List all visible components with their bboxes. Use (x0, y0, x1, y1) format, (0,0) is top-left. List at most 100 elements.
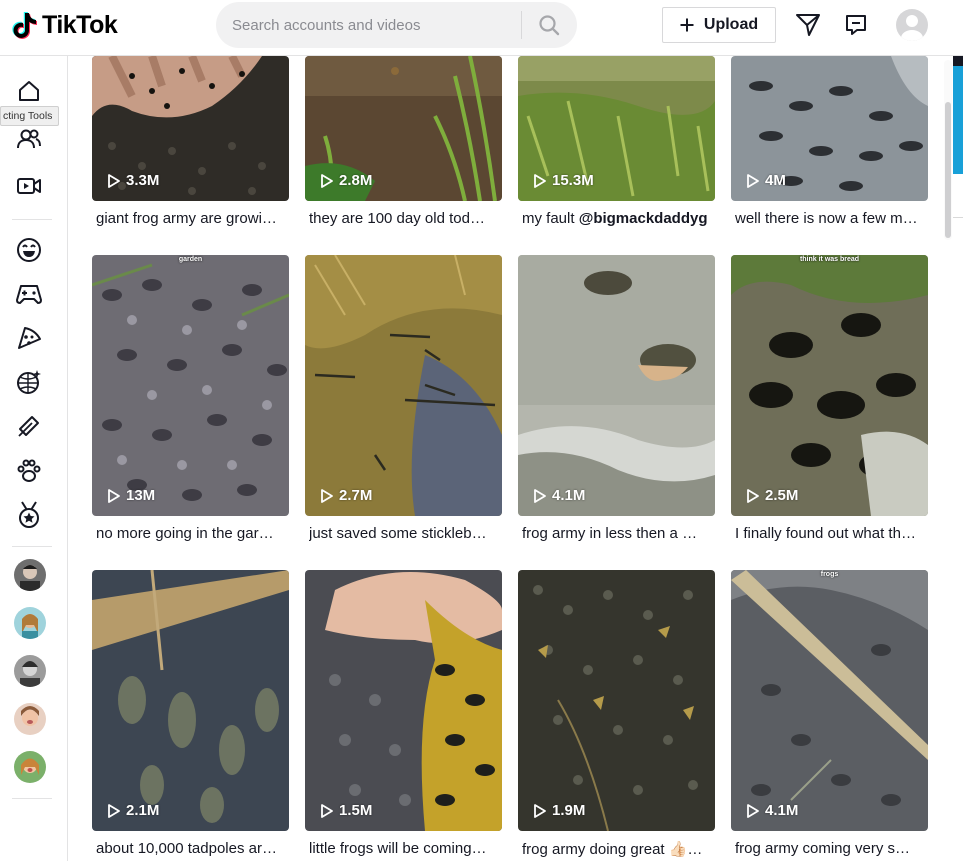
edge-panel (953, 66, 963, 174)
sidebar-divider (12, 798, 52, 799)
video-thumbnail[interactable]: garden 13M (92, 255, 289, 516)
paw-icon (17, 459, 41, 482)
video-thumbnail[interactable]: think it was bread 2.5M (731, 255, 928, 516)
thumbnail-image (92, 570, 289, 831)
followed-account-avatar[interactable] (14, 751, 46, 783)
thumbnail-image (305, 255, 502, 516)
play-icon (534, 488, 546, 503)
view-count-text: 4M (765, 172, 786, 189)
plus-icon (680, 18, 694, 32)
sidebar-divider (12, 546, 52, 547)
video-caption[interactable]: my fault @bigmackdaddyg (522, 210, 716, 227)
video-thumbnail[interactable]: 1.9M (518, 570, 715, 831)
view-count-text: 3.3M (126, 172, 160, 189)
followed-account-avatar[interactable] (14, 607, 46, 639)
video-caption[interactable]: frog army in less then a … (522, 525, 716, 542)
inbox-button[interactable] (841, 10, 871, 40)
play-icon (534, 173, 546, 188)
pizza-icon (18, 327, 41, 349)
video-caption[interactable]: they are 100 day old tod… (309, 210, 503, 227)
video-caption[interactable]: no more going in the gar… (96, 525, 290, 542)
video-thumbnail[interactable]: 2.7M (305, 255, 502, 516)
sidebar-item-beauty[interactable] (13, 410, 45, 442)
avatar-photo (14, 751, 46, 783)
sidebar-item-animals[interactable] (13, 455, 45, 487)
view-count: 4.1M (534, 487, 585, 504)
video-caption[interactable]: little frogs will be coming… (309, 840, 503, 857)
video-thumbnail[interactable]: 2.1M (92, 570, 289, 831)
profile-avatar[interactable] (896, 9, 928, 41)
following-icon (17, 129, 41, 149)
sidebar-item-comedy[interactable] (13, 234, 45, 266)
video-caption[interactable]: well there is now a few m… (735, 210, 929, 227)
view-count: 3.3M (108, 172, 159, 189)
video-thumbnail[interactable]: 3.3M (92, 56, 289, 201)
messages-button[interactable] (793, 10, 823, 40)
video-thumbnail[interactable]: 4.1M (518, 255, 715, 516)
view-count: 1.9M (534, 802, 585, 819)
view-count: 15.3M (534, 172, 594, 189)
video-caption[interactable]: frog army coming very s… (735, 840, 929, 857)
upload-button[interactable]: Upload (662, 7, 776, 43)
play-icon (108, 173, 120, 188)
view-count: 2.1M (108, 802, 159, 819)
tiktok-logo[interactable]: TikTok (12, 10, 118, 40)
video-caption[interactable]: frog army doing great 👍🏻… (522, 840, 716, 858)
view-count-text: 2.7M (339, 487, 373, 504)
search-input[interactable] (216, 2, 521, 48)
play-icon (321, 173, 333, 188)
sidebar-item-following[interactable] (13, 123, 45, 155)
inbox-icon (846, 15, 866, 35)
view-count-text: 2.1M (126, 802, 160, 819)
search-bar (216, 2, 577, 48)
avatar-photo (14, 655, 46, 687)
sidebar-item-live[interactable] (13, 170, 45, 202)
play-icon (321, 488, 333, 503)
search-icon (539, 15, 560, 36)
view-count: 13M (108, 487, 155, 504)
sidebar-item-gaming[interactable] (13, 278, 45, 310)
video-thumbnail[interactable]: 1.5M (305, 570, 502, 831)
video-caption[interactable]: about 10,000 tadpoles ar… (96, 840, 290, 857)
live-icon (17, 178, 41, 194)
thumbnail-image (731, 570, 928, 831)
thumbnail-image (518, 255, 715, 516)
video-overlay-text: frogs (820, 571, 839, 578)
play-icon (747, 488, 759, 503)
upload-label: Upload (703, 16, 759, 33)
sidebar-item-food[interactable] (13, 322, 45, 354)
video-caption[interactable]: just saved some stickleb… (309, 525, 503, 542)
view-count-text: 1.5M (339, 802, 373, 819)
caption-mention[interactable]: @bigmackdaddyg (579, 210, 708, 227)
home-icon (19, 81, 39, 101)
scrollbar-thumb[interactable] (945, 102, 951, 238)
thumbnail-image (305, 570, 502, 831)
caption-text: my fault (522, 210, 579, 227)
followed-account-avatar[interactable] (14, 655, 46, 687)
sidebar-item-sports[interactable] (13, 499, 45, 531)
thumbnail-image (731, 255, 928, 516)
avatar-photo (14, 607, 46, 639)
user-silhouette-icon (901, 15, 923, 41)
search-button[interactable] (522, 2, 576, 48)
avatar-photo (14, 559, 46, 591)
followed-account-avatar[interactable] (14, 559, 46, 591)
gaming-icon (16, 285, 42, 304)
video-caption[interactable]: I finally found out what th… (735, 525, 929, 542)
video-caption[interactable]: giant frog army are growi… (96, 210, 290, 227)
view-count-text: 13M (126, 487, 156, 504)
video-thumbnail[interactable]: 15.3M (518, 56, 715, 201)
logo-text: TikTok (42, 10, 118, 39)
view-count: 1.5M (321, 802, 372, 819)
followed-account-avatar[interactable] (14, 703, 46, 735)
video-thumbnail[interactable]: 2.8M (305, 56, 502, 201)
play-icon (747, 173, 759, 188)
video-thumbnail[interactable]: 4M (731, 56, 928, 201)
video-thumbnail[interactable]: frogs 4.1M (731, 570, 928, 831)
view-count-text: 4.1M (765, 802, 799, 819)
sidebar-item-dance[interactable] (13, 366, 45, 398)
sidebar-item-home[interactable] (13, 75, 45, 107)
view-count: 2.8M (321, 172, 372, 189)
play-icon (321, 803, 333, 818)
view-count-text: 2.8M (339, 172, 373, 189)
